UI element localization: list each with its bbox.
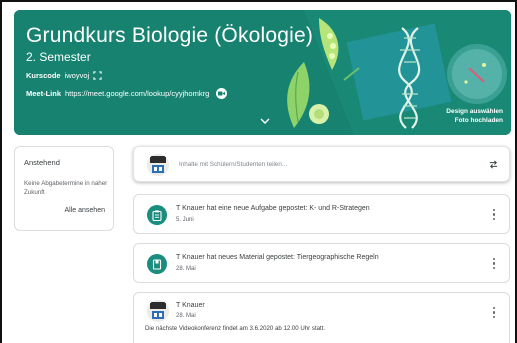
chevron-down-icon[interactable] xyxy=(259,116,271,126)
stream-item-announcement[interactable]: T Knauer 28. Mai Die nächste Videokonfer… xyxy=(133,292,510,343)
stream-item-title[interactable]: T Knauer hat neues Material gepostet: Ti… xyxy=(176,254,379,261)
repost-icon[interactable] xyxy=(488,159,499,170)
class-title[interactable]: Grundkurs Biologie (Ökologie) xyxy=(26,24,313,48)
upcoming-card: Anstehend Keine Abgabetermine in naher Z… xyxy=(14,146,114,231)
post-body: Die nächste Videokonferenz findet am 3.6… xyxy=(145,325,326,332)
customize-banner: Design auswählen Foto hochladen xyxy=(446,107,503,125)
meet-link-label: Meet-Link xyxy=(26,89,62,98)
classroom-window: Grundkurs Biologie (Ökologie) 2. Semeste… xyxy=(0,0,517,343)
stream-item-assignment[interactable]: T Knauer hat eine neue Aufgabe gepostet:… xyxy=(133,194,510,234)
stream-item-material[interactable]: T Knauer hat neues Material gepostet: Ti… xyxy=(133,243,510,283)
more-options-icon[interactable] xyxy=(493,209,496,221)
post-date: 28. Mai xyxy=(176,313,196,319)
stream-item-date: 5. Juni xyxy=(176,217,194,223)
stream-item-title[interactable]: T Knauer hat eine neue Aufgabe gepostet:… xyxy=(176,205,370,212)
upcoming-empty-text: Keine Abgabetermine in naher Zukunft xyxy=(24,180,108,196)
assignment-icon xyxy=(147,205,167,225)
upload-photo-link[interactable]: Foto hochladen xyxy=(446,116,503,125)
fullscreen-icon[interactable] xyxy=(93,71,102,80)
video-camera-icon[interactable] xyxy=(216,88,228,99)
share-box[interactable]: Inhalte mit Schülern/Studenten teilen... xyxy=(133,146,510,182)
avatar xyxy=(147,300,169,322)
avatar xyxy=(147,154,169,176)
stream-item-date: 28. Mai xyxy=(176,266,196,272)
select-theme-link[interactable]: Design auswählen xyxy=(446,107,503,116)
more-options-icon[interactable] xyxy=(493,258,496,270)
meet-link-row: Meet-Link https://meet.google.com/lookup… xyxy=(26,88,228,99)
material-icon xyxy=(147,254,167,274)
more-options-icon[interactable] xyxy=(493,307,496,319)
view-all-link[interactable]: Alle ansehen xyxy=(65,207,105,214)
class-code-label: Kurscode xyxy=(26,71,61,80)
class-code-row: Kurscode iwoyvoj xyxy=(26,71,102,80)
class-banner: Grundkurs Biologie (Ökologie) 2. Semeste… xyxy=(14,10,511,135)
upcoming-title: Anstehend xyxy=(24,158,60,167)
post-author: T Knauer xyxy=(176,302,205,309)
meet-link-url[interactable]: https://meet.google.com/lookup/cyyjhomkr… xyxy=(65,89,209,98)
class-code-value: iwoyvoj xyxy=(64,71,90,80)
class-section: 2. Semester xyxy=(26,50,91,64)
share-input[interactable]: Inhalte mit Schülern/Studenten teilen... xyxy=(179,161,287,168)
